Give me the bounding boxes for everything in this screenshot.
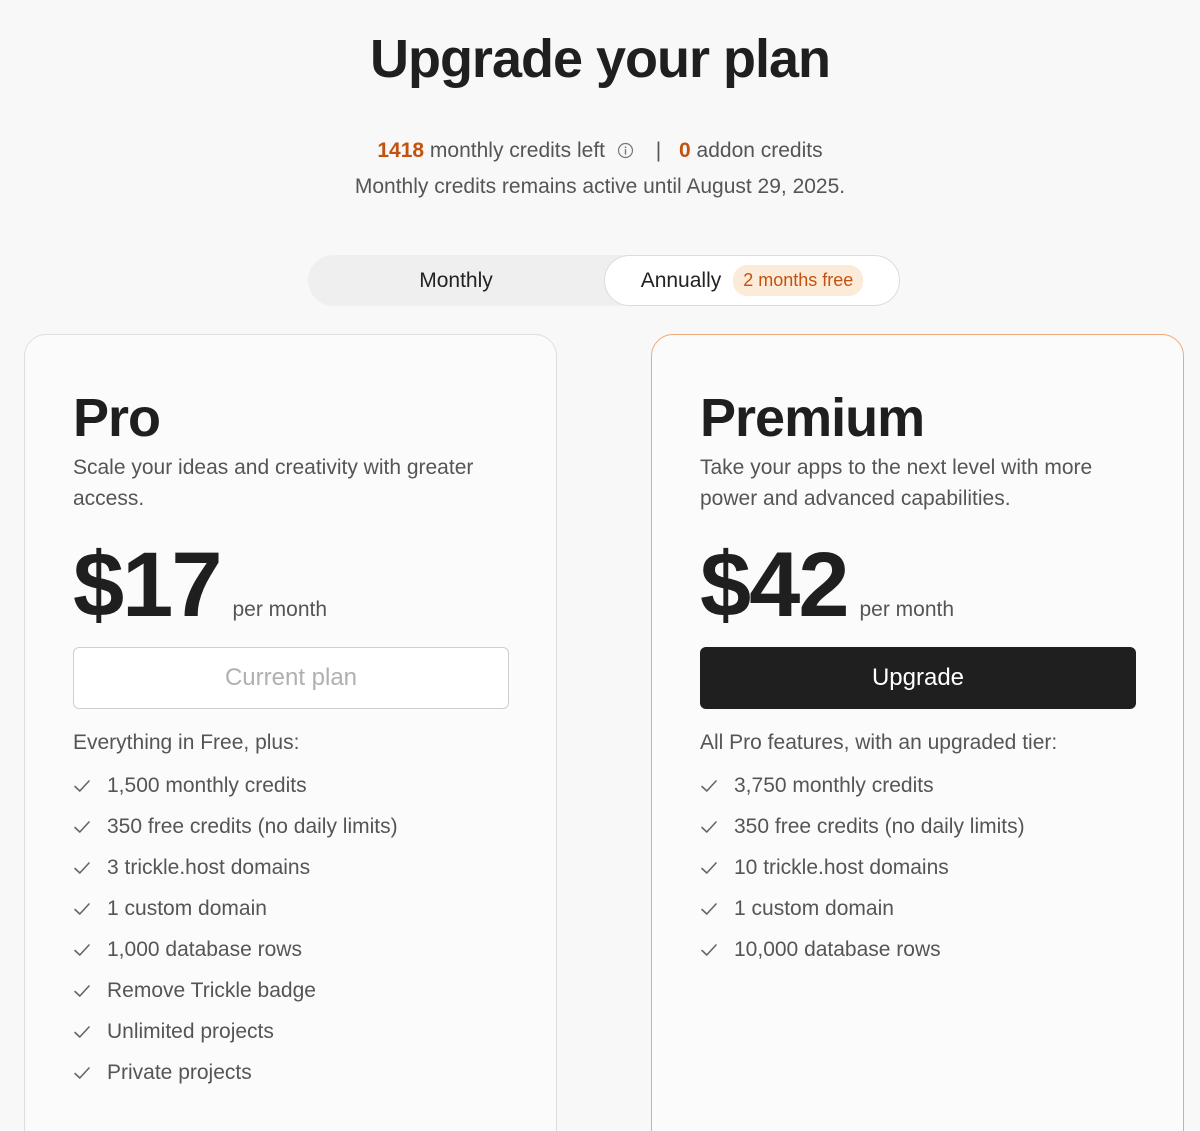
features-heading: All Pro features, with an upgraded tier:	[700, 731, 1058, 754]
check-icon	[701, 779, 717, 792]
price-row: $17 per month	[73, 533, 327, 638]
feature-item: 1 custom domain	[73, 888, 398, 929]
feature-item: 3 trickle.host domains	[73, 847, 398, 888]
feature-label: 1 custom domain	[107, 896, 267, 920]
feature-label: Remove Trickle badge	[107, 978, 316, 1002]
plan-card-premium: Premium Take your apps to the next level…	[651, 334, 1184, 1131]
discount-badge: 2 months free	[733, 265, 864, 296]
monthly-credits-count: 1418	[377, 139, 425, 162]
billing-annual-option[interactable]: Annually 2 months free	[604, 255, 900, 306]
current-plan-button[interactable]: Current plan	[73, 647, 509, 709]
feature-label: 3,750 monthly credits	[734, 773, 934, 797]
feature-item: 1,000 database rows	[73, 929, 398, 970]
feature-label: 1,000 database rows	[107, 937, 302, 961]
feature-label: 1,500 monthly credits	[107, 773, 307, 797]
plan-description: Take your apps to the next level with mo…	[700, 456, 1093, 510]
billing-period-toggle: Monthly Annually 2 months free	[308, 255, 900, 306]
addon-credits-label: addon credits	[696, 139, 823, 162]
billing-monthly-option[interactable]: Monthly	[308, 255, 604, 306]
info-circle-icon[interactable]	[617, 142, 634, 159]
plan-card-pro: Pro Scale your ideas and creativity with…	[24, 334, 557, 1131]
credits-expiry: Monthly credits remains active until Aug…	[354, 175, 846, 198]
feature-label: 10 trickle.host domains	[734, 855, 949, 879]
billing-annual-label: Annually	[640, 268, 722, 292]
features-heading: Everything in Free, plus:	[73, 731, 300, 754]
feature-item: 350 free credits (no daily limits)	[73, 806, 398, 847]
separator: |	[655, 139, 662, 162]
plan-name: Premium	[700, 388, 925, 448]
check-icon	[74, 820, 90, 833]
feature-item: Unlimited projects	[73, 1011, 398, 1052]
check-icon	[74, 984, 90, 997]
feature-label: Unlimited projects	[107, 1019, 274, 1043]
page-title: Upgrade your plan	[369, 29, 831, 89]
feature-label: 350 free credits (no daily limits)	[107, 814, 398, 838]
credits-summary: 1418 monthly credits left | 0 addon cred…	[0, 139, 1200, 163]
price-row: $42 per month	[700, 533, 954, 638]
check-icon	[74, 1025, 90, 1038]
check-icon	[74, 1066, 90, 1079]
feature-item: Private projects	[73, 1052, 398, 1093]
feature-list: 1,500 monthly credits 350 free credits (…	[73, 765, 398, 1093]
check-icon	[701, 902, 717, 915]
plan-name: Pro	[73, 388, 161, 448]
monthly-credits-label: monthly credits left	[429, 139, 605, 162]
billing-monthly-label: Monthly	[419, 268, 493, 292]
feature-item: 10 trickle.host domains	[700, 847, 1025, 888]
plan-price: $17	[73, 534, 222, 636]
feature-label: 1 custom domain	[734, 896, 894, 920]
check-icon	[701, 943, 717, 956]
price-period: per month	[232, 598, 328, 621]
upgrade-button[interactable]: Upgrade	[700, 647, 1136, 709]
feature-label: 3 trickle.host domains	[107, 855, 311, 879]
feature-label: Private projects	[107, 1060, 252, 1084]
feature-label: 10,000 database rows	[734, 937, 941, 961]
check-icon	[74, 943, 90, 956]
check-icon	[701, 820, 717, 833]
feature-item: 1 custom domain	[700, 888, 1025, 929]
plan-price: $42	[700, 534, 849, 636]
check-icon	[74, 779, 90, 792]
check-icon	[701, 861, 717, 874]
feature-list: 3,750 monthly credits 350 free credits (…	[700, 765, 1025, 970]
price-period: per month	[859, 598, 955, 621]
check-icon	[74, 902, 90, 915]
feature-item: 10,000 database rows	[700, 929, 1025, 970]
feature-item: 1,500 monthly credits	[73, 765, 398, 806]
feature-item: Remove Trickle badge	[73, 970, 398, 1011]
feature-item: 350 free credits (no daily limits)	[700, 806, 1025, 847]
plan-description: Scale your ideas and creativity with gre…	[73, 456, 474, 510]
feature-label: 350 free credits (no daily limits)	[734, 814, 1025, 838]
feature-item: 3,750 monthly credits	[700, 765, 1025, 806]
check-icon	[74, 861, 90, 874]
addon-credits-count: 0	[679, 139, 691, 162]
upgrade-plan-page: Upgrade your plan 1418 monthly credits l…	[0, 0, 1200, 1131]
